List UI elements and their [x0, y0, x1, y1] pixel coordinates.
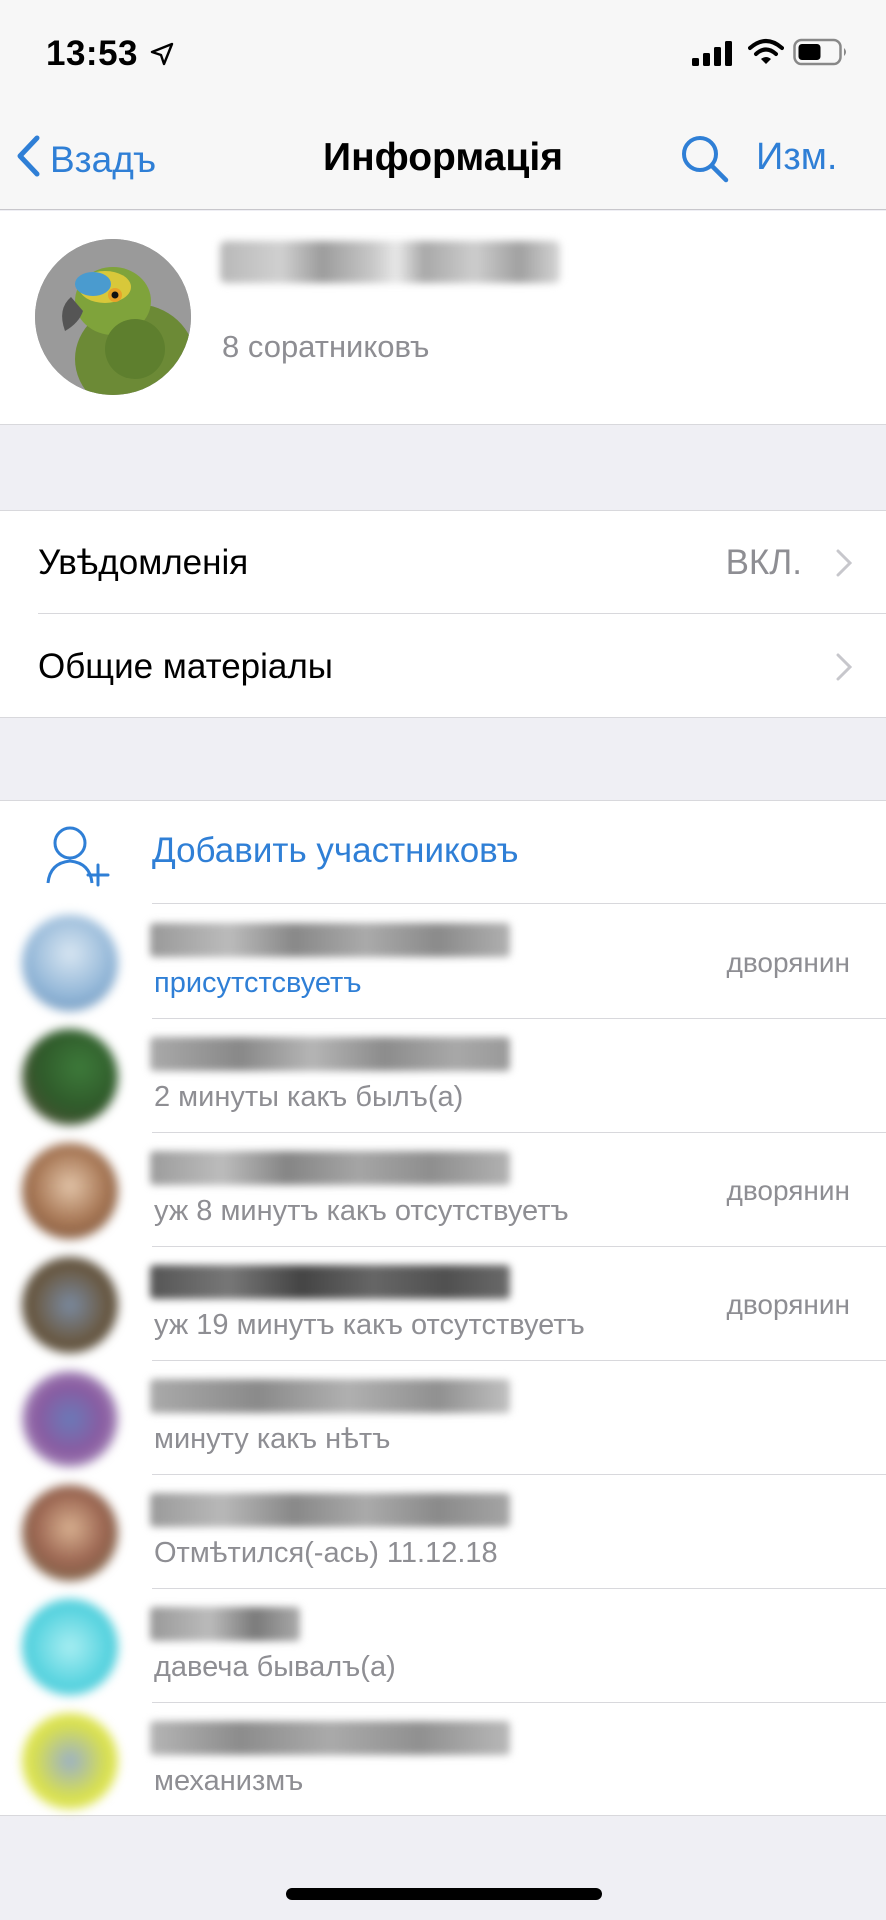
- avatar: [22, 1371, 118, 1467]
- avatar: [22, 1485, 118, 1581]
- member-role: дворянин: [726, 947, 850, 978]
- member-name-blurred: [150, 1721, 510, 1755]
- chevron-right-icon: [836, 653, 853, 686]
- avatar: [22, 1713, 118, 1809]
- member-row[interactable]: уж 8 минутъ какъ отсутствуетъ дворянин: [0, 1133, 886, 1247]
- notifications-label: Увѣдомленія: [38, 543, 249, 582]
- navigation-bar: Взадъ Информація Изм.: [0, 110, 886, 210]
- member-name-blurred: [150, 923, 510, 957]
- cellular-signal-icon: [692, 40, 736, 71]
- shared-media-row[interactable]: Общие матеріалы: [0, 615, 886, 718]
- member-status: давеча бывалъ(а): [154, 1651, 396, 1683]
- add-user-icon: [42, 819, 116, 894]
- members-section: Добавить участниковъ присутстсвуетъ двор…: [0, 800, 886, 1816]
- avatar: [22, 1599, 118, 1695]
- divider: [38, 613, 886, 614]
- member-name-blurred: [150, 1037, 510, 1071]
- member-name-blurred: [150, 1493, 510, 1527]
- status-time: 13:53: [46, 34, 139, 73]
- notifications-row[interactable]: Увѣдомленія ВКЛ.: [0, 511, 886, 614]
- location-arrow-icon: [150, 42, 174, 71]
- group-name-blurred: [220, 241, 560, 283]
- member-name-blurred: [150, 1151, 510, 1185]
- avatar: [22, 1257, 118, 1353]
- divider: [152, 903, 886, 904]
- member-status: Отмѣтился(-ась) 11.12.18: [154, 1537, 498, 1569]
- battery-icon: [793, 38, 849, 71]
- avatar: [22, 1143, 118, 1239]
- member-row[interactable]: присутстсвуетъ дворянин: [0, 905, 886, 1019]
- member-status: механизмъ: [154, 1765, 304, 1797]
- member-row[interactable]: Отмѣтился(-ась) 11.12.18: [0, 1475, 886, 1589]
- avatar: [22, 915, 118, 1011]
- member-status: присутстсвуетъ: [154, 967, 362, 999]
- member-row[interactable]: механизмъ: [0, 1703, 886, 1817]
- status-bar: 13:53: [0, 0, 886, 110]
- member-role: дворянин: [726, 1289, 850, 1320]
- shared-media-label: Общие матеріалы: [38, 647, 333, 686]
- add-members-label: Добавить участниковъ: [152, 831, 519, 870]
- member-status: уж 19 минутъ какъ отсутствуетъ: [154, 1309, 585, 1341]
- add-members-button[interactable]: Добавить участниковъ: [0, 801, 886, 904]
- members-count: 8 соратниковъ: [222, 329, 430, 364]
- member-row[interactable]: давеча бывалъ(а): [0, 1589, 886, 1703]
- member-name-blurred: [150, 1379, 510, 1413]
- search-icon[interactable]: [678, 132, 732, 191]
- page-title: Информація: [323, 136, 563, 179]
- member-status: минуту какъ нѣтъ: [154, 1423, 391, 1455]
- member-row[interactable]: уж 19 минутъ какъ отсутствуетъ дворянин: [0, 1247, 886, 1361]
- settings-section: Увѣдомленія ВКЛ. Общие матеріалы: [0, 510, 886, 718]
- member-status: уж 8 минутъ какъ отсутствуетъ: [154, 1195, 569, 1227]
- avatar: [22, 1029, 118, 1125]
- group-avatar[interactable]: [35, 239, 191, 395]
- member-name-blurred: [150, 1607, 300, 1641]
- edit-button[interactable]: Изм.: [756, 136, 837, 179]
- wifi-icon: [748, 38, 784, 71]
- member-role: дворянин: [726, 1175, 850, 1206]
- home-indicator[interactable]: [286, 1888, 602, 1900]
- member-row[interactable]: минуту какъ нѣтъ: [0, 1361, 886, 1475]
- chevron-right-icon: [836, 549, 853, 582]
- member-row[interactable]: 2 минуты какъ былъ(а): [0, 1019, 886, 1133]
- group-profile-header: 8 соратниковъ: [0, 211, 886, 425]
- notifications-value: ВКЛ.: [725, 543, 802, 582]
- member-name-blurred: [150, 1265, 510, 1299]
- member-status: 2 минуты какъ былъ(а): [154, 1081, 464, 1113]
